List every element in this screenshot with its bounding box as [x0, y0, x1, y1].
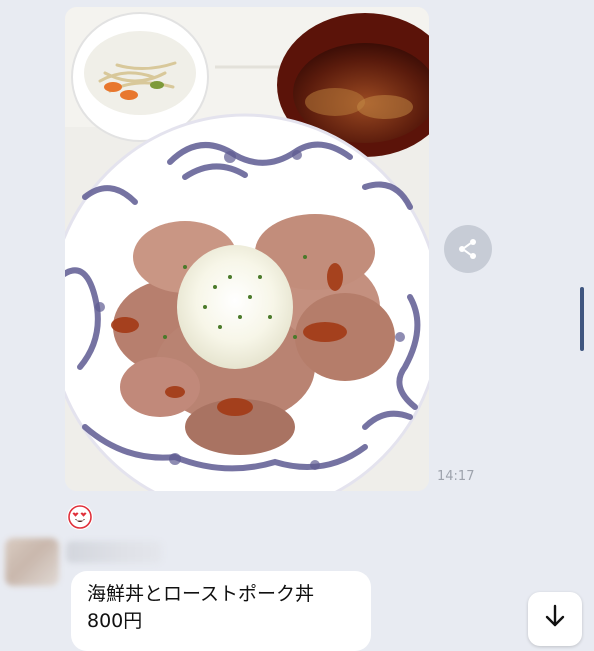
avatar[interactable] — [5, 538, 59, 586]
scroll-to-bottom-button[interactable] — [528, 592, 582, 646]
heart-eyes-face-icon — [67, 504, 93, 530]
food-photo — [65, 7, 429, 491]
text-message-bubble[interactable]: 海鮮丼とローストポーク丼 800円 — [71, 571, 371, 651]
sender-name — [66, 541, 162, 563]
message-timestamp: 14:17 — [437, 469, 475, 484]
share-button[interactable] — [444, 225, 492, 273]
scrollbar[interactable] — [580, 287, 584, 351]
arrow-down-icon — [545, 604, 565, 627]
photo-message[interactable] — [65, 7, 429, 491]
message-line: 800円 — [87, 610, 143, 632]
reaction-badge[interactable] — [66, 503, 94, 531]
message-line: 海鮮丼とローストポーク丼 — [87, 583, 315, 605]
share-icon — [459, 239, 476, 259]
